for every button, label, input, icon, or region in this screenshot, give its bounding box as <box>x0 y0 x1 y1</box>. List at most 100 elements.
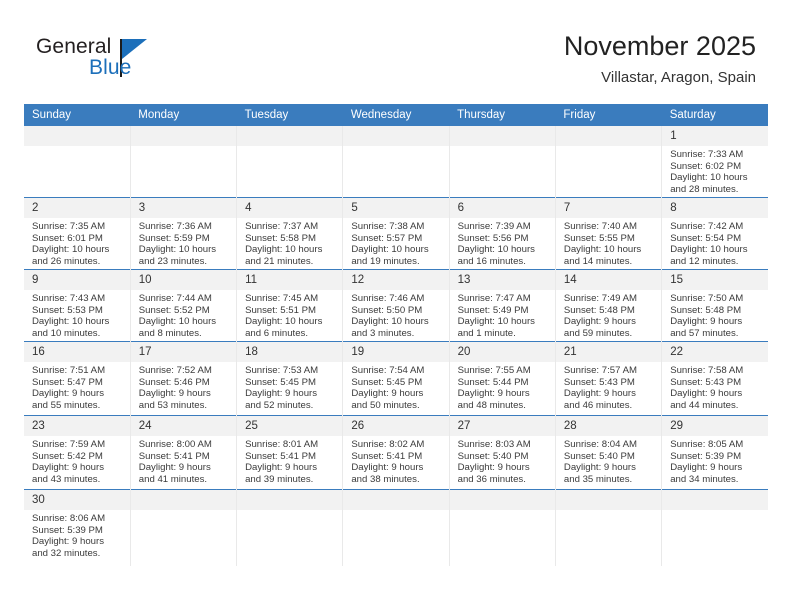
calendar-day-cell[interactable]: 2 Sunrise: 7:35 AM Sunset: 6:01 PM Daylight… <box>24 198 130 269</box>
calendar-day-cell[interactable]: 24 Sunrise: 8:00 AM Sunset: 5:41 PM Dayligh… <box>130 416 237 489</box>
sunrise-time: Sunrise: 7:33 AM <box>670 149 744 160</box>
brand-text-blue: Blue <box>89 56 132 79</box>
calendar-day-cell[interactable]: 21 Sunrise: 7:57 AM Sunset: 5:43 PM Dayligh… <box>555 342 662 415</box>
daylight-duration-line2: and 53 minutes. <box>138 399 208 411</box>
daylight-duration-line1: Daylight: 10 hours <box>138 244 217 256</box>
day-details: Sunrise: 7:36 AM Sunset: 5:59 PM Daylight:… <box>131 218 236 267</box>
day-number: 9 <box>24 270 130 290</box>
day-details: Sunrise: 7:53 AM Sunset: 5:45 PM Daylight:… <box>237 362 342 411</box>
day-details: Sunrise: 7:54 AM Sunset: 5:45 PM Daylight:… <box>343 362 448 411</box>
day-number <box>449 126 555 146</box>
sunrise-time: Sunrise: 7:54 AM <box>351 365 425 376</box>
calendar-day-cell-empty <box>237 126 343 197</box>
daylight-duration-line1: Daylight: 9 hours <box>670 462 743 474</box>
day-number: 10 <box>130 270 237 290</box>
daylight-duration-line2: and 19 minutes. <box>351 255 420 267</box>
daylight-duration-line2: and 8 minutes. <box>138 327 202 339</box>
daylight-duration-line2: and 35 minutes. <box>563 473 633 485</box>
day-details: Sunrise: 7:37 AM Sunset: 5:58 PM Daylight:… <box>237 218 342 267</box>
sunrise-time: Sunrise: 7:47 AM <box>457 293 531 304</box>
calendar-day-cell[interactable]: 26 Sunrise: 8:02 AM Sunset: 5:41 PM Dayligh… <box>343 416 449 489</box>
calendar-day-cell[interactable]: 22 Sunrise: 7:58 AM Sunset: 5:43 PM Dayligh… <box>662 342 768 415</box>
day-number: 7 <box>555 198 662 218</box>
calendar-day-cell-empty <box>130 490 237 566</box>
calendar-day-cell[interactable]: 28 Sunrise: 8:04 AM Sunset: 5:40 PM Dayligh… <box>555 416 662 489</box>
weekday-header-tuesday: Tuesday <box>236 104 343 126</box>
calendar-page: General Blue November 2025 Villastar, Ar… <box>0 0 792 612</box>
calendar-day-cell[interactable]: 29 Sunrise: 8:05 AM Sunset: 5:39 PM Dayligh… <box>662 416 768 489</box>
sunset-time: Sunset: 5:59 PM <box>138 232 210 244</box>
day-details: Sunrise: 7:57 AM Sunset: 5:43 PM Daylight:… <box>556 362 661 411</box>
sunset-time: Sunset: 6:01 PM <box>32 232 103 244</box>
day-details: Sunrise: 7:39 AM Sunset: 5:56 PM Daylight:… <box>450 218 555 267</box>
calendar-day-cell-empty <box>555 490 662 566</box>
sunrise-time: Sunrise: 8:02 AM <box>351 439 425 450</box>
calendar-day-cell[interactable]: 17 Sunrise: 7:52 AM Sunset: 5:46 PM Dayligh… <box>130 342 237 415</box>
calendar-day-cell[interactable]: 19 Sunrise: 7:54 AM Sunset: 5:45 PM Dayligh… <box>343 342 449 415</box>
daylight-duration-line2: and 34 minutes. <box>670 473 739 485</box>
sunset-time: Sunset: 5:47 PM <box>32 376 103 388</box>
day-number <box>555 126 662 146</box>
calendar-day-cell[interactable]: 12 Sunrise: 7:46 AM Sunset: 5:50 PM Dayligh… <box>343 270 449 341</box>
calendar-day-cell[interactable]: 7 Sunrise: 7:40 AM Sunset: 5:55 PM Daylight… <box>555 198 662 269</box>
calendar-day-cell[interactable]: 8 Sunrise: 7:42 AM Sunset: 5:54 PM Daylight… <box>662 198 768 269</box>
calendar-day-cell[interactable]: 13 Sunrise: 7:47 AM Sunset: 5:49 PM Dayligh… <box>449 270 555 341</box>
daylight-duration-line1: Daylight: 10 hours <box>351 316 429 328</box>
calendar-day-cell-empty <box>343 126 449 197</box>
daylight-duration-line2: and 39 minutes. <box>245 473 314 485</box>
day-number: 25 <box>237 416 343 436</box>
daylight-duration-line1: Daylight: 10 hours <box>457 316 535 328</box>
day-number <box>24 126 130 146</box>
calendar-day-cell[interactable]: 25 Sunrise: 8:01 AM Sunset: 5:41 PM Dayligh… <box>237 416 343 489</box>
daylight-duration-line1: Daylight: 10 hours <box>138 316 217 328</box>
page-title: November 2025 <box>563 31 756 61</box>
calendar-day-cell[interactable]: 27 Sunrise: 8:03 AM Sunset: 5:40 PM Dayligh… <box>449 416 555 489</box>
day-details: Sunrise: 7:33 AM Sunset: 6:02 PM Daylight:… <box>662 146 768 195</box>
daylight-duration-line1: Daylight: 10 hours <box>32 244 110 256</box>
sunrise-time: Sunrise: 8:04 AM <box>563 439 637 450</box>
day-number <box>343 490 449 510</box>
daylight-duration-line2: and 41 minutes. <box>138 473 208 485</box>
calendar-day-cell[interactable]: 14 Sunrise: 7:49 AM Sunset: 5:48 PM Dayligh… <box>555 270 662 341</box>
calendar-day-cell[interactable]: 30 Sunrise: 8:06 AM Sunset: 5:39 PM Dayligh… <box>24 490 130 566</box>
calendar-day-cell[interactable]: 11 Sunrise: 7:45 AM Sunset: 5:51 PM Dayligh… <box>237 270 343 341</box>
sunset-time: Sunset: 5:54 PM <box>670 232 742 244</box>
day-number: 18 <box>237 342 343 362</box>
calendar-day-cell[interactable]: 4 Sunrise: 7:37 AM Sunset: 5:58 PM Daylight… <box>237 198 343 269</box>
daylight-duration-line1: Daylight: 9 hours <box>138 388 211 400</box>
sunrise-time: Sunrise: 7:40 AM <box>563 221 637 232</box>
daylight-duration-line2: and 32 minutes. <box>32 547 101 559</box>
calendar-day-cell[interactable]: 5 Sunrise: 7:38 AM Sunset: 5:57 PM Daylight… <box>343 198 449 269</box>
day-details: Sunrise: 8:00 AM Sunset: 5:41 PM Daylight:… <box>131 436 236 485</box>
daylight-duration-line2: and 16 minutes. <box>457 255 526 267</box>
sunrise-time: Sunrise: 7:51 AM <box>32 365 106 376</box>
sunset-time: Sunset: 5:53 PM <box>32 304 103 316</box>
calendar-day-cell[interactable]: 15 Sunrise: 7:50 AM Sunset: 5:48 PM Dayligh… <box>662 270 768 341</box>
daylight-duration-line1: Daylight: 9 hours <box>457 388 530 400</box>
daylight-duration-line2: and 1 minute. <box>457 327 516 339</box>
day-details: Sunrise: 7:58 AM Sunset: 5:43 PM Daylight:… <box>662 362 768 411</box>
calendar-day-cell[interactable]: 20 Sunrise: 7:55 AM Sunset: 5:44 PM Dayligh… <box>449 342 555 415</box>
calendar-day-cell[interactable]: 1 Sunrise: 7:33 AM Sunset: 6:02 PM Daylight… <box>662 126 768 197</box>
brand-text-general: General <box>36 35 112 58</box>
day-number: 14 <box>555 270 662 290</box>
calendar-day-cell[interactable]: 16 Sunrise: 7:51 AM Sunset: 5:47 PM Dayligh… <box>24 342 130 415</box>
day-details: Sunrise: 7:38 AM Sunset: 5:57 PM Daylight:… <box>343 218 448 267</box>
sunset-time: Sunset: 5:52 PM <box>138 304 210 316</box>
calendar-day-cell[interactable]: 10 Sunrise: 7:44 AM Sunset: 5:52 PM Dayligh… <box>130 270 237 341</box>
daylight-duration-line2: and 52 minutes. <box>245 399 314 411</box>
sunset-time: Sunset: 5:58 PM <box>245 232 316 244</box>
brand-logo[interactable]: General Blue <box>36 36 236 92</box>
calendar-day-cell[interactable]: 18 Sunrise: 7:53 AM Sunset: 5:45 PM Dayligh… <box>237 342 343 415</box>
daylight-duration-line1: Daylight: 9 hours <box>563 388 636 400</box>
sunrise-time: Sunrise: 7:43 AM <box>32 293 106 304</box>
daylight-duration-line2: and 21 minutes. <box>245 255 314 267</box>
daylight-duration-line1: Daylight: 9 hours <box>245 462 318 474</box>
calendar-day-cell[interactable]: 23 Sunrise: 7:59 AM Sunset: 5:42 PM Dayligh… <box>24 416 130 489</box>
daylight-duration-line1: Daylight: 10 hours <box>670 172 748 184</box>
calendar-week-row: 9 Sunrise: 7:43 AM Sunset: 5:53 PM Daylight… <box>24 269 768 342</box>
calendar-day-cell[interactable]: 3 Sunrise: 7:36 AM Sunset: 5:59 PM Daylight… <box>130 198 237 269</box>
calendar-day-cell[interactable]: 6 Sunrise: 7:39 AM Sunset: 5:56 PM Daylight… <box>449 198 555 269</box>
calendar-day-cell[interactable]: 9 Sunrise: 7:43 AM Sunset: 5:53 PM Daylight… <box>24 270 130 341</box>
day-number <box>130 490 237 510</box>
